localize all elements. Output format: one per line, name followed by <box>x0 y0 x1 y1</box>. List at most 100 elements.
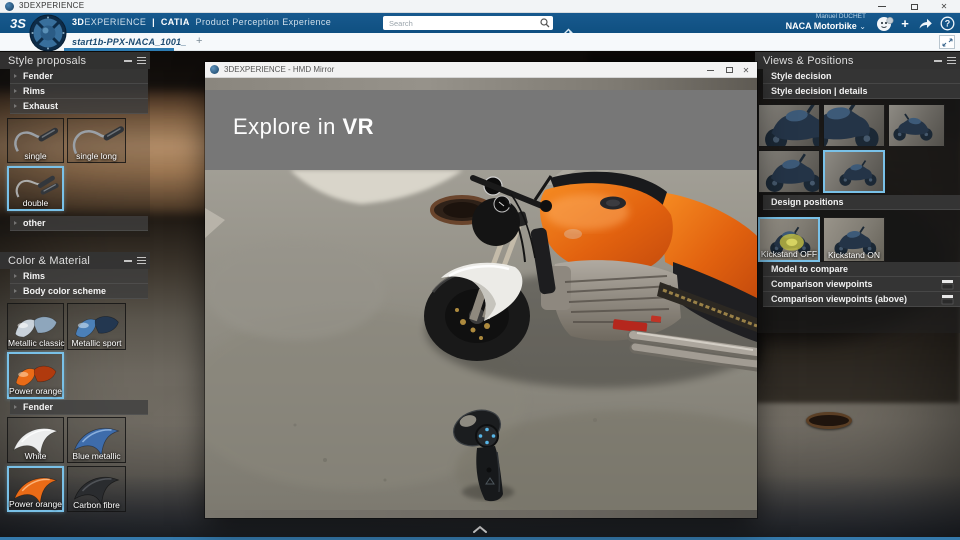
svg-text:3S: 3S <box>10 16 26 31</box>
section-body-color-scheme[interactable]: Body color scheme <box>10 284 148 299</box>
bottom-dock-expand-chevron-icon[interactable] <box>470 524 490 534</box>
brand-catia: CATIA <box>160 17 190 27</box>
panel-menu-icon[interactable] <box>947 56 956 65</box>
row-style-decision-details[interactable]: Style decision | details <box>763 84 960 99</box>
thumb-label: single long <box>76 151 117 161</box>
new-tab-button[interactable]: + <box>196 35 202 47</box>
user-block[interactable]: Manuel DUCHET NACA Motorbike ⌄ <box>786 13 866 31</box>
section-fender[interactable]: Fender <box>10 69 148 84</box>
thumb-label: Metallic sport <box>71 338 122 348</box>
position-kickstand-off[interactable]: Kickstand OFF <box>758 217 820 262</box>
viewpoint-thumb-3[interactable] <box>888 104 945 147</box>
fender-option-carbon-fibre[interactable]: Carbon fibre <box>67 466 126 512</box>
vr-scene-art <box>205 170 757 510</box>
add-content-button[interactable]: + <box>896 15 914 32</box>
search-box[interactable] <box>383 16 553 30</box>
color-material-header[interactable]: Color & Material <box>0 252 150 269</box>
views-positions-header[interactable]: Views & Positions <box>755 52 960 69</box>
brand-separator: | <box>152 17 156 27</box>
section-cm-rims[interactable]: Rims <box>10 269 148 284</box>
banner-prefix: Explore in <box>233 114 336 139</box>
tab-bar: start1b-PPX-NACA_1001_ + <box>0 33 960 51</box>
body-color-metallic-sport[interactable]: Metallic sport <box>67 303 126 350</box>
row-comparison-viewpoints[interactable]: Comparison viewpoints <box>763 277 960 292</box>
3d-compass[interactable] <box>29 14 67 57</box>
hmd-maximize-button[interactable] <box>720 62 738 78</box>
thumb-label: Power orange <box>9 386 62 396</box>
banner-highlight: VR <box>342 114 375 139</box>
search-input[interactable] <box>387 16 535 30</box>
row-style-decision[interactable]: Style decision <box>763 69 960 84</box>
panel-color-material: Color & Material Rims Body color scheme <box>0 252 150 302</box>
body-color-power-orange[interactable]: Power orange <box>7 352 64 399</box>
thumb-label: Carbon fibre <box>73 500 120 510</box>
brand-experience: EXPERIENCE <box>84 17 147 27</box>
viewpoint-thumb-1[interactable] <box>758 104 820 147</box>
help-button[interactable]: ? <box>938 15 956 32</box>
svg-text:?: ? <box>944 19 950 29</box>
app-icon <box>5 2 14 11</box>
viewpoint-stack-icon[interactable] <box>941 278 954 291</box>
section-cm-fender[interactable]: Fender <box>10 400 148 415</box>
thumb-label: Kickstand OFF <box>760 249 818 259</box>
brand-3d: 3D <box>72 17 85 27</box>
panel-minimize-icon[interactable] <box>124 59 132 62</box>
thumb-label: Metallic classic <box>8 338 65 348</box>
app-header-bar: 3DEXPERIENCE | CATIA Product Perception … <box>0 13 960 44</box>
hmd-window-title: 3DEXPERIENCE - HMD Mirror <box>224 65 335 74</box>
panel-minimize-icon[interactable] <box>124 259 132 262</box>
search-icon[interactable] <box>540 18 550 28</box>
window-title: 3DEXPERIENCE <box>19 1 85 10</box>
hmd-minimize-button[interactable] <box>701 62 719 78</box>
fullscreen-toggle-button[interactable] <box>939 35 955 49</box>
exhaust-option-single-long[interactable]: single long <box>67 118 126 163</box>
vr-mirror-view[interactable] <box>205 170 757 510</box>
style-proposals-header[interactable]: Style proposals <box>0 52 150 69</box>
viewpoint-thumb-4[interactable] <box>758 150 820 193</box>
tab-label: start1b-PPX-NACA_1001_ <box>72 37 187 47</box>
hmd-view-strip-bottom <box>205 510 757 518</box>
hmd-titlebar[interactable]: 3DEXPERIENCE - HMD Mirror ✕ <box>205 62 757 78</box>
window-maximize-button[interactable] <box>900 0 928 13</box>
hmd-view-strip-top <box>205 78 757 90</box>
section-rims[interactable]: Rims <box>10 84 148 99</box>
panel-minimize-icon[interactable] <box>934 59 942 62</box>
section-other[interactable]: other <box>10 216 148 231</box>
viewpoint-thumb-5[interactable] <box>823 150 885 193</box>
vr-banner-text: Explore in VR <box>233 114 374 140</box>
tab-active-underline <box>64 48 174 51</box>
window-close-button[interactable]: ✕ <box>930 0 958 13</box>
body-color-metallic-classic[interactable]: Metallic classic <box>7 303 65 350</box>
thumb-label: Power orange <box>9 499 62 509</box>
row-comparison-viewpoints-above[interactable]: Comparison viewpoints (above) <box>763 292 960 307</box>
exhaust-option-double[interactable]: double <box>7 166 64 211</box>
window-minimize-button[interactable] <box>868 0 896 13</box>
thumb-label: White <box>24 451 47 461</box>
viewpoint-thumb-2[interactable] <box>823 104 885 147</box>
exhaust-option-single[interactable]: single <box>7 118 64 163</box>
os-titlebar[interactable]: 3DEXPERIENCE ✕ <box>0 0 960 13</box>
fender-option-blue-metallic[interactable]: Blue metallic <box>67 417 126 463</box>
panel-views-positions: Views & Positions Style decision Style d… <box>755 52 960 333</box>
share-icon[interactable] <box>916 15 934 32</box>
thumb-label: double <box>22 198 49 208</box>
color-material-title: Color & Material <box>8 254 91 267</box>
fender-option-white[interactable]: White <box>7 417 64 463</box>
dassault-3ds-logo[interactable]: 3S <box>8 15 30 37</box>
viewpoint-stack-icon[interactable] <box>941 293 954 306</box>
section-exhaust[interactable]: Exhaust <box>10 99 148 114</box>
panel-menu-icon[interactable] <box>137 56 146 65</box>
fender-option-power-orange[interactable]: Power orange <box>7 466 64 512</box>
hmd-window-icon <box>210 65 219 74</box>
chevron-down-icon[interactable]: ⌄ <box>859 22 866 31</box>
avatar[interactable] <box>876 15 894 32</box>
thumb-label: Blue metallic <box>72 451 121 461</box>
vr-banner: Explore in VR <box>205 90 757 170</box>
panel-menu-icon[interactable] <box>137 256 146 265</box>
row-model-to-compare[interactable]: Model to compare <box>763 262 960 277</box>
position-kickstand-on[interactable]: Kickstand ON <box>823 217 885 262</box>
thumb-label: Kickstand ON <box>828 250 880 260</box>
row-design-positions[interactable]: Design positions <box>763 195 960 210</box>
hmd-close-button[interactable]: ✕ <box>737 62 755 78</box>
app-subtitle: Product Perception Experience <box>195 17 332 27</box>
